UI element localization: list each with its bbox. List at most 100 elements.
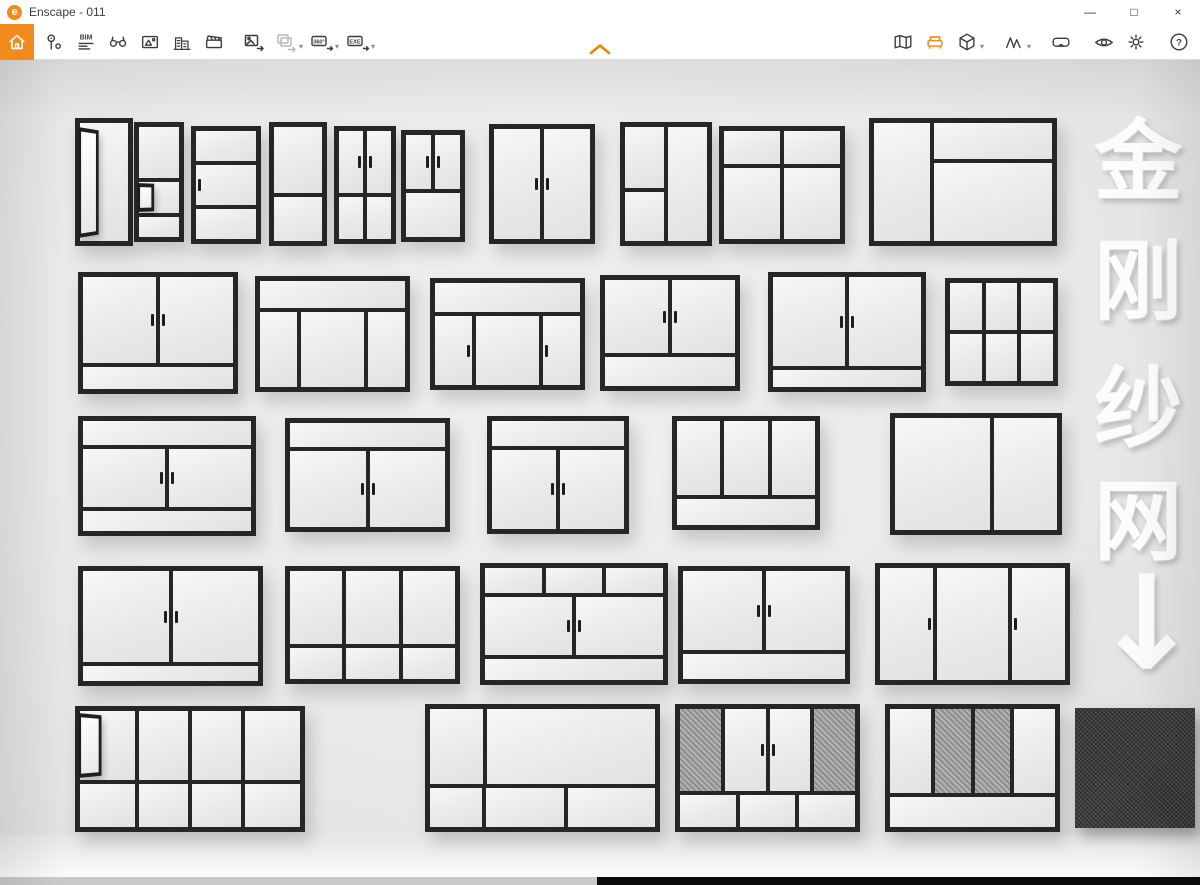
- window-handle: [760, 744, 764, 757]
- video-editor-button[interactable]: [199, 27, 229, 57]
- viewport[interactable]: 金 刚 纱 网 ↓: [0, 60, 1200, 885]
- glass-pane: [1011, 568, 1065, 680]
- glass-pane: [435, 135, 460, 189]
- mesh-pane: [974, 709, 1010, 794]
- glass-pane: [724, 131, 780, 165]
- screenshot-export-button[interactable]: [239, 27, 269, 57]
- glass-pane: [625, 191, 664, 241]
- glass-pane: [985, 334, 1018, 381]
- glass-pane: [83, 510, 251, 532]
- glass-pane: [192, 784, 241, 827]
- help-glyph: ?: [1176, 37, 1182, 48]
- mesh-pane: [1075, 708, 1195, 828]
- glass-pane: [78, 123, 128, 241]
- glass-pane: [784, 131, 840, 165]
- window-split: [430, 709, 655, 785]
- glass-pane: [339, 131, 363, 194]
- chevron-down-icon[interactable]: ▾: [980, 42, 984, 51]
- window-frame-render: [875, 563, 1070, 685]
- window-frame-render: [620, 122, 712, 246]
- glass-pane: [169, 449, 251, 507]
- mini-map-button[interactable]: [888, 27, 918, 57]
- glass-pane: [402, 647, 455, 679]
- white-mode-button[interactable]: [952, 27, 982, 57]
- window-frame-render: [191, 126, 261, 244]
- window-frame-render: [719, 126, 845, 244]
- glass-pane: [849, 277, 921, 367]
- collapse-toolbar-button[interactable]: [586, 42, 614, 58]
- glass-pane: [430, 709, 484, 785]
- maximize-button[interactable]: □: [1112, 0, 1156, 24]
- window-handle: [437, 155, 440, 168]
- overlay-char: 纱: [1093, 357, 1182, 460]
- glass-pane: [402, 571, 455, 644]
- window-split: [773, 277, 921, 387]
- batch-export-button[interactable]: [271, 27, 301, 57]
- open-sash: [78, 126, 99, 238]
- asset-library-button[interactable]: [920, 27, 950, 57]
- window-split: [683, 571, 845, 651]
- chevron-down-icon[interactable]: ▾: [371, 42, 375, 51]
- window-handle: [371, 483, 375, 495]
- panorama-export-button[interactable]: 360°: [307, 27, 337, 57]
- glass-pane: [1021, 334, 1054, 381]
- window-frame-render: [134, 122, 184, 242]
- safe-frame-button[interactable]: [135, 27, 165, 57]
- walk-mode-button[interactable]: [999, 27, 1029, 57]
- window-handle: [162, 314, 165, 327]
- help-button[interactable]: ?: [1164, 27, 1194, 57]
- glass-pane: [196, 165, 256, 205]
- glass-pane: [890, 797, 1055, 827]
- open-sash: [78, 713, 102, 779]
- window-split: [339, 131, 391, 194]
- visual-settings-button[interactable]: [1089, 27, 1119, 57]
- chevron-down-icon[interactable]: ▾: [335, 42, 339, 51]
- image-export-icon: [244, 34, 264, 51]
- vr-button[interactable]: [1046, 27, 1076, 57]
- window-frame-render: [678, 566, 850, 684]
- window-split: [139, 784, 241, 827]
- chevron-down-icon[interactable]: ▾: [299, 42, 303, 51]
- glass-pane: [895, 418, 990, 530]
- window-frame-render: [255, 276, 410, 392]
- glass-pane: [368, 311, 405, 387]
- glass-pane: [78, 711, 136, 781]
- glass-pane: [260, 281, 405, 308]
- glass-pane: [139, 784, 189, 827]
- glass-pane: [933, 163, 1052, 241]
- window-split: [895, 418, 1057, 530]
- bim-mode-button[interactable]: BIM: [71, 27, 101, 57]
- buildings-button[interactable]: [167, 27, 197, 57]
- glass-pane: [625, 127, 664, 188]
- glass-pane: [80, 784, 136, 827]
- settings-button[interactable]: [1121, 27, 1151, 57]
- window-split: [406, 135, 460, 237]
- sofa-icon: [927, 35, 943, 49]
- batch-export-icon: [277, 33, 296, 52]
- glass-pane: [339, 197, 363, 239]
- window-frame-render: [285, 566, 460, 684]
- window-split: [290, 423, 445, 527]
- right-toolbar: ▾ ▾ ?: [887, 27, 1200, 57]
- glass-pane: [290, 571, 343, 644]
- window-split: [724, 168, 840, 239]
- mesh-pane: [680, 709, 721, 792]
- glass-pane: [890, 709, 932, 794]
- window-split: [83, 421, 251, 532]
- glass-pane: [672, 280, 735, 354]
- window-frame-render: [430, 278, 585, 390]
- mesh-pane: [935, 709, 971, 794]
- glass-pane: [766, 571, 845, 651]
- view-management-button[interactable]: [103, 27, 133, 57]
- glass-pane: [274, 127, 322, 193]
- minimize-button[interactable]: —: [1068, 0, 1112, 24]
- chevron-down-icon[interactable]: ▾: [1027, 42, 1031, 51]
- home-button[interactable]: [0, 23, 34, 60]
- glass-pane: [475, 316, 539, 385]
- close-button[interactable]: ×: [1156, 0, 1200, 24]
- window-frame-render: [869, 118, 1057, 246]
- export-group: ▾ 360° ▾ EXE ▾: [238, 27, 378, 57]
- window-handle: [426, 155, 429, 168]
- pin-button[interactable]: [39, 27, 69, 57]
- exe-export-button[interactable]: EXE: [343, 27, 373, 57]
